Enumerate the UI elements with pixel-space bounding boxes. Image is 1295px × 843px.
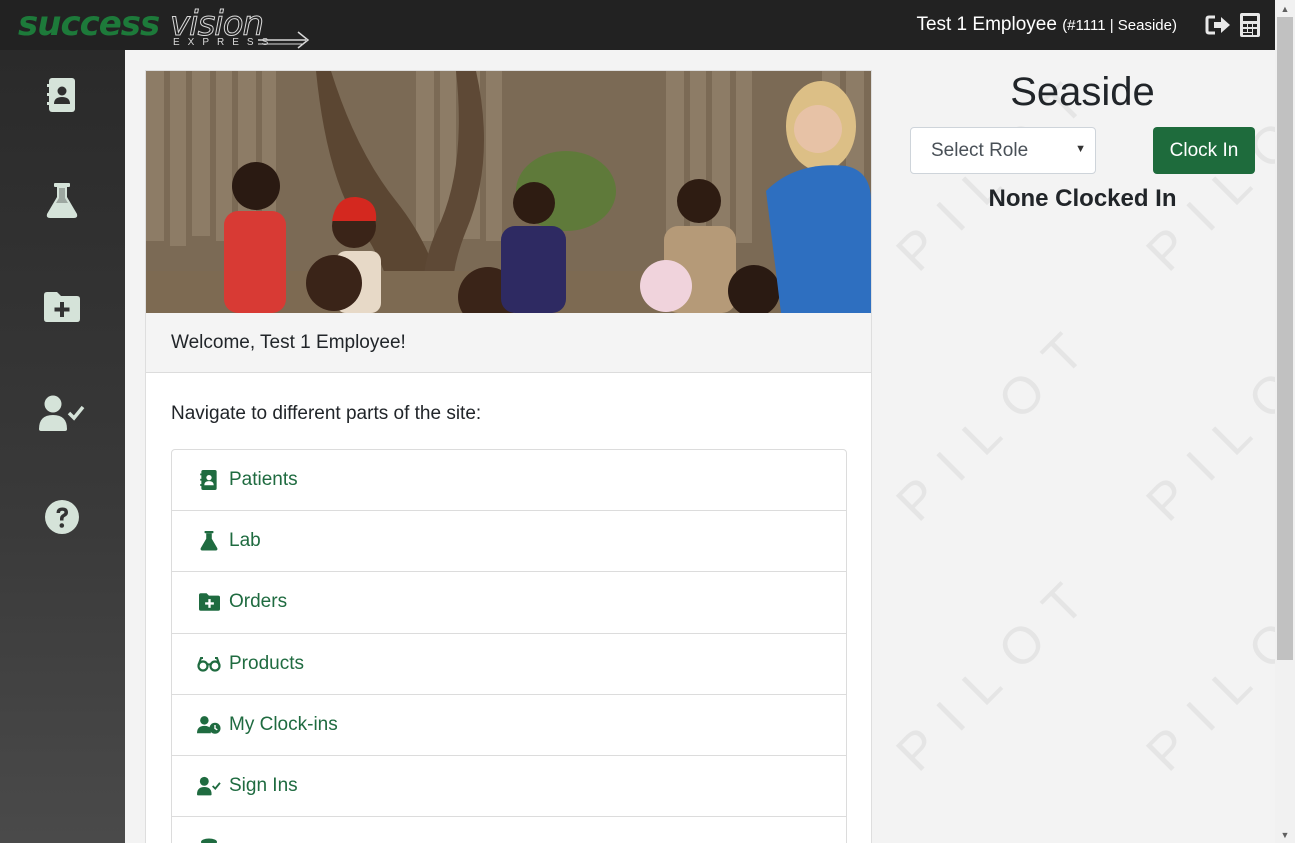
flask-icon [197,530,221,552]
watermark-text: PILOT [885,307,1111,533]
welcome-card: Welcome, Test 1 Employee! Navigate to di… [145,70,872,843]
nav-item-products[interactable]: Products [172,634,846,695]
hero-photo-illustration [146,71,871,313]
calculator-icon[interactable] [1237,12,1263,38]
page-scrollbar[interactable]: ▲ ▼ [1275,0,1295,843]
caret-down-icon: ▼ [1075,143,1086,155]
top-navbar: success vision EXPRESS Test 1 Employee (… [0,0,1275,50]
nav-item-label: Sign Ins [229,775,298,797]
address-book-icon [197,469,221,491]
role-select-value: Select Role [931,139,1029,161]
location-title: Seaside [1010,70,1155,114]
nav-item-label: Products [229,652,304,674]
sidebar-item-help[interactable] [37,492,87,542]
user-detail: (#1111 | Seaside) [1062,17,1177,34]
brand-logo[interactable]: success vision EXPRESS [18,4,318,50]
sidebar-item-lab[interactable] [37,176,87,226]
hero-image [146,71,871,313]
clock-in-button[interactable]: Clock In [1153,127,1255,174]
sidebar-item-orders[interactable] [37,282,87,332]
user-check-icon [39,395,85,431]
user-clock-icon [197,714,221,736]
clock-status: None Clocked In [988,185,1177,212]
user-name: Test 1 Employee [916,14,1057,35]
sidebar [0,50,125,843]
nav-item-my-clock-ins[interactable]: My Clock-ins [172,695,846,756]
watermark-text: PILOT [885,557,1111,783]
scroll-up-arrow-icon[interactable]: ▲ [1275,0,1295,17]
current-user-info: Test 1 Employee (#1111 | Seaside) [916,14,1177,36]
scroll-thumb[interactable] [1277,17,1293,660]
watermark-text: PILOT [1135,557,1275,783]
nav-item-patients[interactable]: Patients [172,450,846,512]
nav-item-label: My Clock-ins [229,713,338,735]
scroll-down-arrow-icon[interactable]: ▼ [1275,826,1295,843]
folder-plus-icon [197,591,221,613]
nav-item-label: Orders [229,591,288,613]
logo-word-success: success [18,4,160,44]
flask-icon [46,183,78,218]
watermark-text: PILOT [1135,307,1275,533]
question-circle-icon [45,500,79,534]
nav-item-label: Lab [229,530,261,552]
glasses-icon [197,653,221,675]
folder-plus-icon [44,292,80,322]
nav-item-partial[interactable] [172,817,846,843]
sign-out-icon[interactable] [1205,12,1231,38]
nav-item-orders[interactable]: Orders [172,572,846,634]
nav-item-label: Patients [229,469,298,491]
role-select[interactable]: Select Role ▼ [910,127,1096,174]
sidebar-item-patients[interactable] [37,70,87,120]
nav-item-lab[interactable]: Lab [172,511,846,573]
site-navigation-list: Patients Lab Orders Products My Clock-in… [171,449,847,843]
nav-intro-text: Navigate to different parts of the site: [171,403,482,424]
nav-item-sign-ins[interactable]: Sign Ins [172,756,846,818]
address-book-icon [47,78,75,112]
sidebar-item-sign-ins[interactable] [37,388,87,438]
logo-arrow-icon [258,31,310,49]
database-icon [197,837,221,843]
user-check-icon [197,775,221,797]
welcome-message: Welcome, Test 1 Employee! [146,313,871,373]
